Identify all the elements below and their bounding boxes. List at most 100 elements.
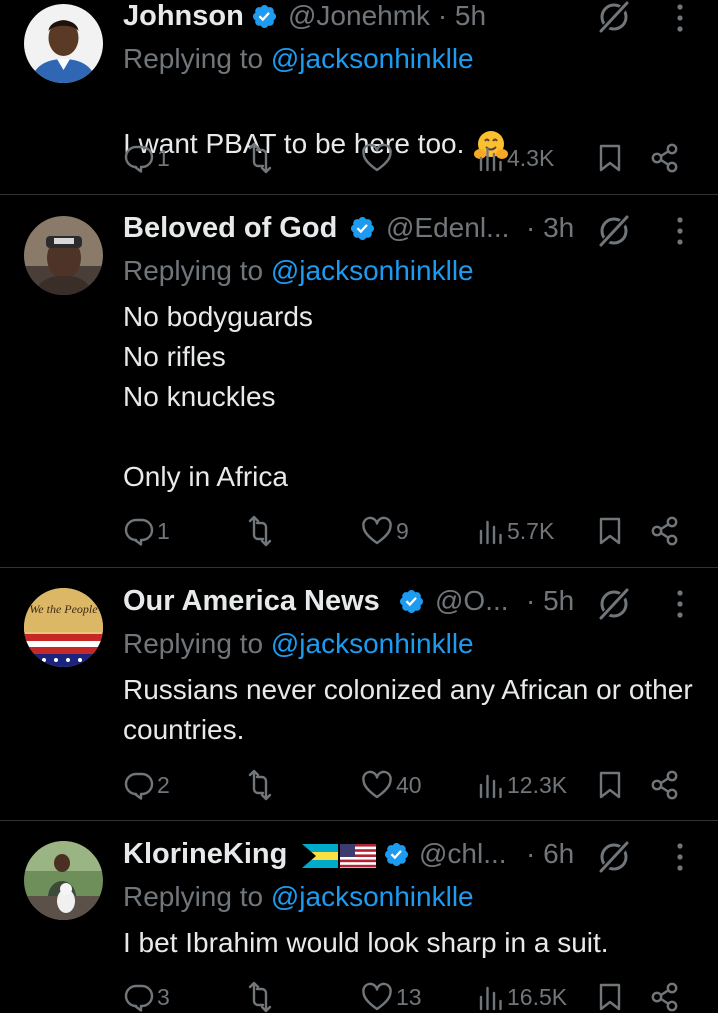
avatar[interactable]: We the People [24,588,103,667]
like-button[interactable]: 40 [361,769,422,801]
grok-icon[interactable] [597,214,631,248]
share-button[interactable] [650,769,680,801]
mention-link[interactable]: @jacksonhinklle [271,255,474,286]
repost-button[interactable] [244,515,279,547]
repost-button[interactable] [244,981,279,1013]
tweet[interactable]: KlorineKing @chl... · 6h Replying to @ja… [0,821,718,1009]
repost-button[interactable] [244,142,279,174]
tweet[interactable]: Beloved of God @Edenl... · 3h Replying t… [0,195,718,567]
more-options-icon[interactable] [675,3,685,33]
display-name[interactable]: Beloved of God [123,212,337,245]
reply-count: 2 [157,771,170,798]
share-button[interactable] [650,142,680,174]
views-button[interactable]: 4.3K [478,142,554,174]
replying-prefix: Replying to [123,255,271,286]
tweet-text: I bet Ibrahim would look sharp in a suit… [123,927,609,958]
views-button[interactable]: 16.5K [478,981,567,1013]
share-icon [650,516,680,546]
verified-badge-icon [383,841,410,868]
reply-button[interactable]: 2 [124,769,170,801]
bahamas-flag-icon [302,844,338,868]
display-name[interactable]: Our America News [123,585,380,618]
share-button[interactable] [650,981,680,1013]
views-button[interactable]: 12.3K [478,769,567,801]
verified-badge-icon [251,3,278,30]
reply-button[interactable]: 3 [124,981,170,1013]
more-options-icon[interactable] [675,216,685,246]
bookmark-button[interactable] [598,142,622,174]
like-button[interactable]: 13 [361,981,422,1013]
mention-link[interactable]: @jacksonhinklle [271,43,474,74]
views-count: 16.5K [507,983,568,1010]
timestamp[interactable]: · 5h [526,585,574,617]
replying-prefix: Replying to [123,628,271,659]
timestamp[interactable]: · 3h [526,212,574,244]
views-button[interactable]: 5.7K [478,515,554,547]
avatar[interactable] [24,841,103,920]
views-icon [478,144,504,172]
views-count: 4.3K [507,144,555,171]
reply-count: 1 [157,144,170,171]
display-name[interactable]: KlorineKing [123,838,287,871]
display-name[interactable]: Johnson [123,0,244,33]
avatar-script-text: We the People [29,602,98,616]
like-icon [361,770,393,800]
views-count: 12.3K [507,771,568,798]
replying-to: Replying to @jacksonhinklle [123,255,474,287]
avatar[interactable] [24,216,103,295]
views-icon [478,517,504,545]
bookmark-button[interactable] [598,515,622,547]
tweet[interactable]: Johnson @Jonehmk · 5h Replying to @jacks… [0,0,718,194]
tweet[interactable]: We the People Our America News @O... · 5… [0,568,718,820]
more-options-icon[interactable] [675,589,685,619]
like-count: 13 [396,983,422,1010]
share-icon [650,770,680,800]
repost-icon [244,981,276,1013]
grok-icon[interactable] [597,0,631,34]
bookmark-button[interactable] [598,769,622,801]
mention-link[interactable]: @jacksonhinklle [271,881,474,912]
share-icon [650,982,680,1012]
verified-badge-icon [398,588,425,615]
like-button[interactable] [361,142,396,174]
reply-button[interactable]: 1 [124,515,170,547]
reply-icon [124,516,154,546]
views-icon [478,771,504,799]
tweet-text: Russians never colonized any African or … [123,674,693,745]
bookmark-icon [598,143,622,173]
mention-link[interactable]: @jacksonhinklle [271,628,474,659]
replying-prefix: Replying to [123,881,271,912]
reply-icon [124,982,154,1012]
handle[interactable]: @chl... [419,838,507,870]
reply-button[interactable]: 1 [124,142,170,174]
like-button[interactable]: 9 [361,515,409,547]
reply-count: 1 [157,517,170,544]
grok-icon[interactable] [597,840,631,874]
share-button[interactable] [650,515,680,547]
views-count: 5.7K [507,517,555,544]
timestamp[interactable]: · 6h [526,838,574,870]
bookmark-icon [598,516,622,546]
replying-to: Replying to @jacksonhinklle [123,43,474,75]
grok-icon[interactable] [597,587,631,621]
reply-icon [124,770,154,800]
handle[interactable]: @Edenl... [386,212,509,244]
handle[interactable]: @O... [435,585,509,617]
share-icon [650,143,680,173]
handle[interactable]: @Jonehmk · 5h [288,0,486,32]
reply-icon [124,143,154,173]
replying-to: Replying to @jacksonhinklle [123,881,474,913]
repost-icon [244,769,276,801]
avatar[interactable] [24,4,103,83]
bookmark-icon [598,770,622,800]
like-icon [361,143,393,173]
verified-badge-icon [349,215,376,242]
more-options-icon[interactable] [675,842,685,872]
repost-button[interactable] [244,769,279,801]
bookmark-button[interactable] [598,981,622,1013]
replying-to: Replying to @jacksonhinklle [123,628,474,660]
like-count: 9 [396,517,409,544]
repost-icon [244,515,276,547]
us-flag-icon [340,844,376,868]
bookmark-icon [598,982,622,1012]
